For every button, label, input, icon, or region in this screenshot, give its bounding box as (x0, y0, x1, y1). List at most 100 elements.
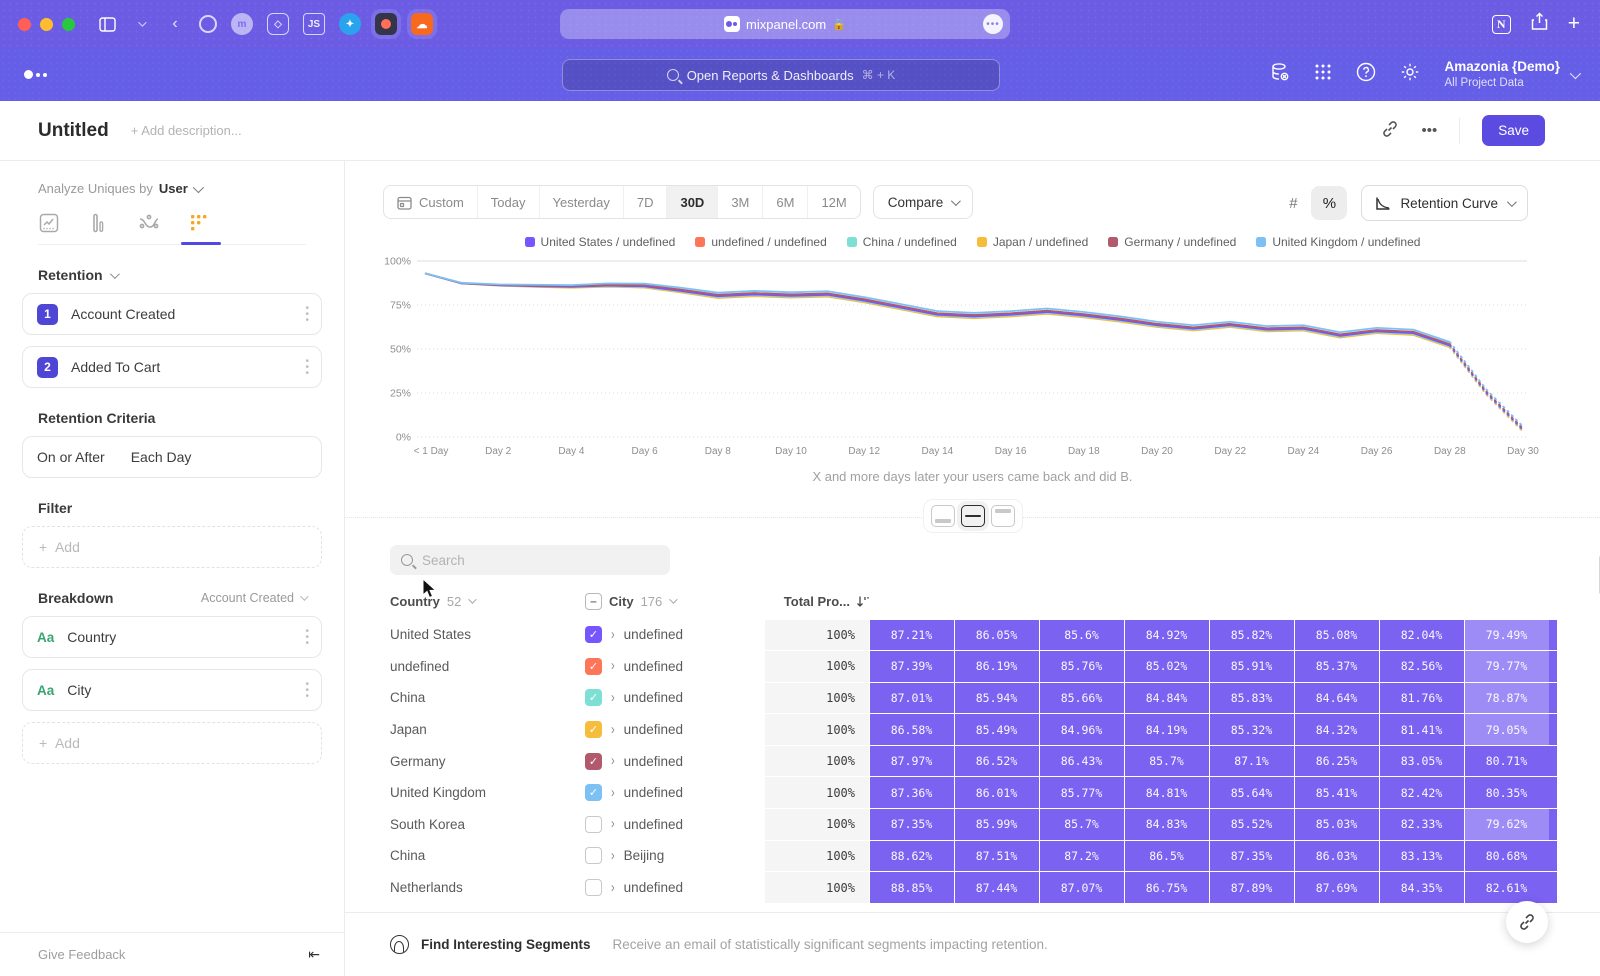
sidebar-toggle-icon[interactable] (97, 14, 117, 34)
retention-cell[interactable]: 86.05% (955, 620, 1039, 651)
range-custom[interactable]: Custom (384, 186, 477, 218)
retention-cell[interactable]: 80.71% (1465, 746, 1549, 777)
retention-cell[interactable]: 86.19% (955, 651, 1039, 682)
retention-cell[interactable]: 84.64% (1295, 683, 1379, 714)
select-all-checkbox[interactable]: – (585, 593, 602, 610)
compare-button[interactable]: Compare (873, 185, 974, 219)
retention-cell[interactable]: 82.42% (1380, 777, 1464, 808)
retention-cell[interactable]: 79.77% (1465, 651, 1549, 682)
retention-cell[interactable]: 85.94% (955, 683, 1039, 714)
analyze-value-dropdown[interactable]: User (159, 181, 201, 196)
add-filter-button[interactable]: + Add (22, 526, 322, 568)
legend-item[interactable]: Japan / undefined (977, 235, 1088, 249)
kebab-menu-icon[interactable] (305, 305, 309, 323)
retention-cell[interactable]: 86.01% (955, 777, 1039, 808)
retention-cell[interactable]: 81.41% (1380, 714, 1464, 745)
country-cell[interactable]: Japan (390, 714, 585, 746)
give-feedback-link[interactable]: Give Feedback (38, 947, 125, 962)
kebab-menu-icon[interactable] (305, 358, 309, 376)
percent-values-toggle[interactable]: % (1311, 186, 1347, 220)
row-checkbox[interactable]: ✓ (585, 721, 602, 738)
retention-cell[interactable]: 86.58% (870, 714, 954, 745)
expand-row-icon[interactable]: › (611, 753, 615, 769)
zoom-window-button[interactable] (62, 18, 75, 31)
legend-item[interactable]: United Kingdom / undefined (1256, 235, 1420, 249)
report-title[interactable]: Untitled (38, 120, 109, 142)
retention-cell[interactable]: 85.82% (1210, 620, 1294, 651)
legend-item[interactable]: China / undefined (847, 235, 957, 249)
retention-cell[interactable]: 85.52% (1210, 809, 1294, 840)
retention-cell[interactable]: 79.49% (1465, 620, 1549, 651)
expand-row-icon[interactable]: › (611, 690, 615, 706)
retention-cell[interactable]: 83.13% (1380, 841, 1464, 872)
city-cell[interactable]: ›Beijing (585, 840, 765, 872)
split-view-button[interactable] (961, 505, 985, 527)
retention-cell[interactable]: 85.7% (1125, 746, 1209, 777)
row-checkbox[interactable] (585, 879, 602, 896)
retention-cell[interactable]: 85.49% (955, 714, 1039, 745)
retention-cell[interactable]: 85.03% (1295, 809, 1379, 840)
retention-cell[interactable]: 84.96% (1040, 714, 1124, 745)
address-more-icon[interactable]: ••• (983, 14, 1003, 34)
range-6m[interactable]: 6M (762, 186, 807, 218)
segments-title[interactable]: Find Interesting Segments (421, 937, 591, 952)
retention-cell[interactable]: 84.81% (1125, 777, 1209, 808)
address-bar[interactable]: mixpanel.com 🔒 ••• (560, 9, 1010, 39)
retention-cell[interactable]: 78.87% (1465, 683, 1549, 714)
row-checkbox[interactable]: ✓ (585, 753, 602, 770)
retention-cell[interactable]: 88.85% (870, 872, 954, 903)
copy-link-icon[interactable] (1381, 120, 1399, 142)
retention-cell[interactable]: 85.02% (1125, 651, 1209, 682)
retention-cell[interactable]: 85.7% (1040, 809, 1124, 840)
row-checkbox[interactable] (585, 816, 602, 833)
country-cell[interactable]: China (390, 840, 585, 872)
retention-cell[interactable]: 88.62% (870, 841, 954, 872)
retention-cell[interactable]: 80.68% (1465, 841, 1549, 872)
retention-cell[interactable]: 84.19% (1125, 714, 1209, 745)
criteria-interval[interactable]: Each Day (131, 449, 192, 465)
range-7d[interactable]: 7D (623, 186, 667, 218)
country-cell[interactable]: China (390, 682, 585, 714)
retention-cell[interactable]: 87.35% (870, 809, 954, 840)
row-checkbox[interactable]: ✓ (585, 689, 602, 706)
retention-cell[interactable]: 87.35% (1210, 841, 1294, 872)
criteria-card[interactable]: On or After Each Day (22, 436, 322, 478)
retention-cell[interactable]: 86.52% (955, 746, 1039, 777)
retention-cell[interactable]: 80.35% (1465, 777, 1549, 808)
chart-only-view-button[interactable] (931, 505, 955, 527)
mixpanel-logo[interactable] (24, 70, 47, 79)
tab-retention-icon[interactable] (188, 212, 210, 234)
city-cell[interactable]: ✓›undefined (585, 619, 765, 651)
retention-cell[interactable]: 85.08% (1295, 620, 1379, 651)
retention-cell[interactable]: 84.32% (1295, 714, 1379, 745)
expand-row-icon[interactable]: › (611, 722, 615, 738)
retention-cell[interactable]: 82.33% (1380, 809, 1464, 840)
retention-cell[interactable]: 82.61% (1465, 872, 1549, 903)
close-window-button[interactable] (18, 18, 31, 31)
breakdown-item-country[interactable]: AaCountry (22, 616, 322, 658)
retention-cell[interactable]: 85.99% (955, 809, 1039, 840)
collapse-sidebar-icon[interactable]: ⇤ (308, 946, 320, 963)
retention-cell[interactable]: 86.5% (1125, 841, 1209, 872)
add-breakdown-button[interactable]: + Add (22, 722, 322, 764)
retention-cell[interactable]: 87.2% (1040, 841, 1124, 872)
save-button[interactable]: Save (1482, 115, 1545, 146)
retention-cell[interactable]: 85.41% (1295, 777, 1379, 808)
country-column-header[interactable]: Country 52 (390, 594, 585, 609)
table-search[interactable] (390, 545, 670, 575)
city-cell[interactable]: ✓›undefined (585, 745, 765, 777)
range-12m[interactable]: 12M (807, 186, 859, 218)
country-cell[interactable]: United States (390, 619, 585, 651)
expand-row-icon[interactable]: › (611, 659, 615, 675)
retention-cell[interactable]: 84.83% (1125, 809, 1209, 840)
range-3m[interactable]: 3M (717, 186, 762, 218)
retention-cell[interactable]: 84.92% (1125, 620, 1209, 651)
legend-item[interactable]: undefined / undefined (695, 235, 826, 249)
kebab-menu-icon[interactable] (305, 628, 309, 646)
row-checkbox[interactable]: ✓ (585, 658, 602, 675)
help-icon[interactable] (1356, 62, 1376, 87)
city-cell[interactable]: ✓›undefined (585, 682, 765, 714)
retention-cell[interactable]: 79.62% (1465, 809, 1549, 840)
retention-cell[interactable]: 85.64% (1210, 777, 1294, 808)
retention-cell[interactable]: 79.05% (1465, 714, 1549, 745)
